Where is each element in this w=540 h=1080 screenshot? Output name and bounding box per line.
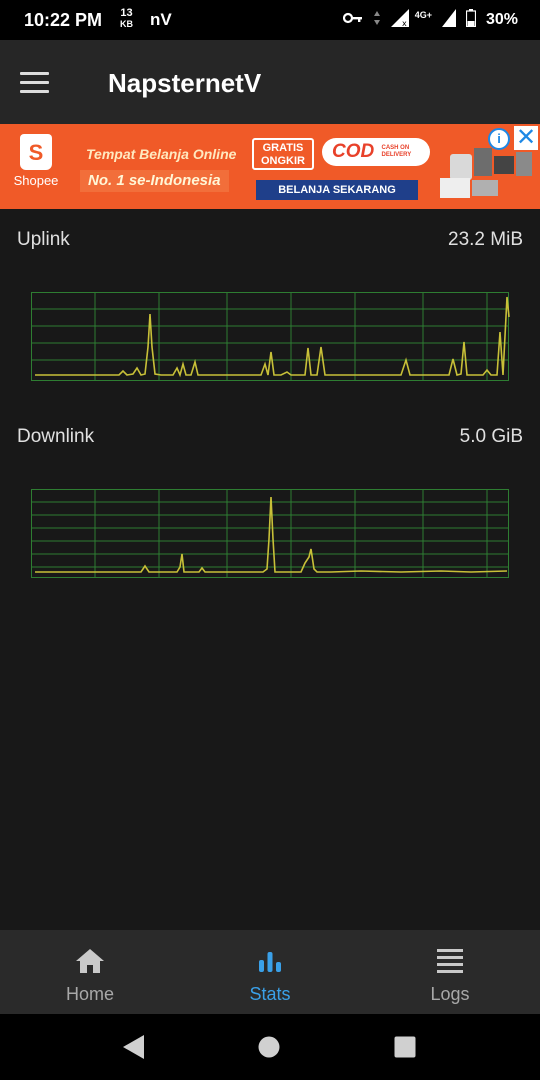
- nav-item-logs[interactable]: Logs: [360, 930, 540, 1014]
- nav-label-stats: Stats: [249, 984, 291, 1004]
- data-arrows-icon: [373, 10, 381, 31]
- ad-cod-badge: COD CASH ON DELIVERY: [322, 138, 430, 166]
- recents-icon[interactable]: [394, 1036, 416, 1063]
- uplink-label: Uplink: [17, 229, 70, 250]
- app-title: NapsternetV: [108, 68, 262, 98]
- downlink-value: 5.0 GiB: [459, 426, 523, 447]
- shopping-bag-icon: S: [20, 134, 52, 170]
- back-icon[interactable]: [122, 1034, 146, 1065]
- ad-info-icon[interactable]: i: [488, 128, 510, 150]
- signal-icon: x: [390, 8, 411, 32]
- uplink-value: 23.2 MiB: [448, 229, 523, 250]
- vpn-key-icon: [342, 11, 363, 29]
- nav-item-stats[interactable]: Stats: [180, 930, 360, 1014]
- battery-icon: [465, 8, 477, 32]
- ad-banner[interactable]: S Shopee Tempat Belanja Online No. 1 se-…: [0, 124, 540, 209]
- ad-free-shipping-badge: GRATIS ONGKIR: [252, 138, 314, 170]
- bar-chart-icon: [257, 946, 283, 976]
- nav-item-home[interactable]: Home: [0, 930, 180, 1014]
- status-time: 10:22 PM: [24, 10, 103, 30]
- downlink-graph: [31, 489, 510, 579]
- bottom-navigation: Home Stats Logs: [0, 930, 540, 1014]
- network-speed: 13 KB: [120, 8, 133, 30]
- list-icon: [435, 946, 465, 976]
- hamburger-icon: [20, 71, 49, 75]
- svg-text:x: x: [402, 19, 407, 27]
- mobile-signal-icon: [441, 8, 456, 32]
- menu-button[interactable]: [20, 64, 64, 100]
- ad-close-icon[interactable]: ✕: [514, 126, 538, 150]
- app-notification-indicator: nV: [150, 10, 172, 29]
- ad-shop-now-button[interactable]: BELANJA SEKARANG: [256, 180, 418, 200]
- ad-headline: Tempat Belanja Online: [86, 146, 237, 162]
- system-navigation-bar: [0, 1014, 540, 1080]
- ad-subheadline: No. 1 se-Indonesia: [80, 170, 229, 192]
- home-circle-icon[interactable]: [258, 1036, 280, 1063]
- status-bar: 10:22 PM 13 KB nV x 4G+ 30%: [0, 0, 540, 40]
- nav-label-home: Home: [65, 984, 114, 1004]
- app-bar: NapsternetV: [0, 40, 540, 124]
- network-type-label: 4G+: [414, 10, 432, 20]
- network-speed-unit: KB: [120, 19, 133, 29]
- battery-percent: 30%: [485, 11, 518, 28]
- network-speed-value: 13: [120, 7, 133, 19]
- downlink-label: Downlink: [17, 426, 95, 447]
- nav-label-logs: Logs: [430, 984, 470, 1004]
- uplink-graph: [31, 292, 510, 382]
- ad-brand-logo: S Shopee: [12, 134, 60, 188]
- home-icon: [75, 946, 105, 976]
